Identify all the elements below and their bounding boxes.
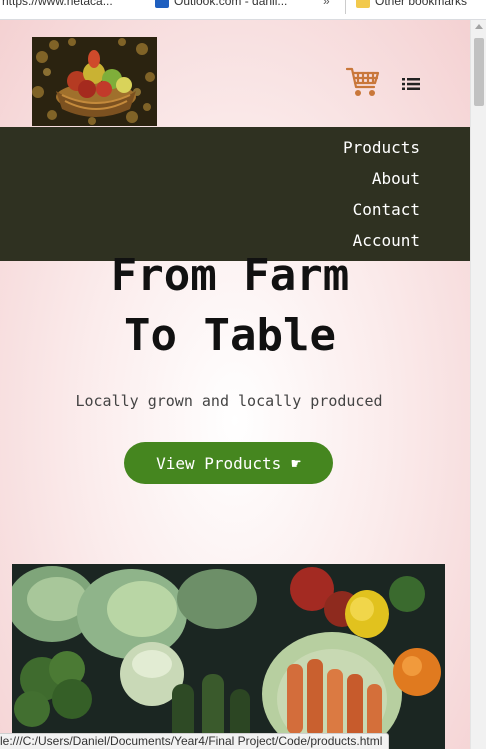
bookmarks-overflow-button[interactable]: » [323,0,330,8]
bookmark-label: Outlook.com - danii... [174,0,288,8]
nav-item-contact[interactable]: Contact [353,200,420,219]
bookmark-label: https://www.netaca... [2,0,113,8]
status-url-preview: le:///C:/Users/Daniel/Documents/Year4/Fi… [0,733,390,749]
hero-title-line2: To Table [124,310,336,361]
fruit-basket-image [32,37,157,126]
page-viewport: Products About Contact Account From Farm… [0,20,470,749]
produce-hero-image [12,564,445,749]
scrollbar-thumb[interactable] [474,38,484,106]
dropdown-nav-menu: Products About Contact Account [0,127,470,261]
bookmarks-bar: https://www.netaca... Outlook.com - dani… [0,0,496,20]
nav-item-products[interactable]: Products [343,138,420,157]
pointing-hand-icon: ☛ [291,453,301,473]
bookmark-other[interactable]: Other bookmarks [356,0,467,8]
bookmark-separator [345,0,346,14]
list-menu-icon[interactable] [402,77,420,91]
cta-label: View Products [156,453,282,473]
vertical-scrollbar[interactable] [470,20,486,749]
hero-title-line1: From Farm [110,250,350,301]
vegetables-photo [12,564,445,749]
folder-icon [356,0,370,8]
scroll-up-arrow-icon[interactable] [475,24,483,29]
window-edge [486,0,496,749]
site-logo[interactable] [32,37,157,126]
bookmark-outlook[interactable]: Outlook.com - danii... [155,0,287,8]
cart-icon[interactable] [346,66,380,98]
more-chevron-icon: » [323,0,330,8]
nav-item-about[interactable]: About [372,169,420,188]
hero-subtitle: Locally grown and locally produced [75,392,383,410]
outlook-icon [155,0,169,8]
bookmark-netacad[interactable]: https://www.netaca... [2,0,113,8]
bookmark-label: Other bookmarks [375,0,468,8]
view-products-button[interactable]: View Products ☛ [124,442,333,484]
